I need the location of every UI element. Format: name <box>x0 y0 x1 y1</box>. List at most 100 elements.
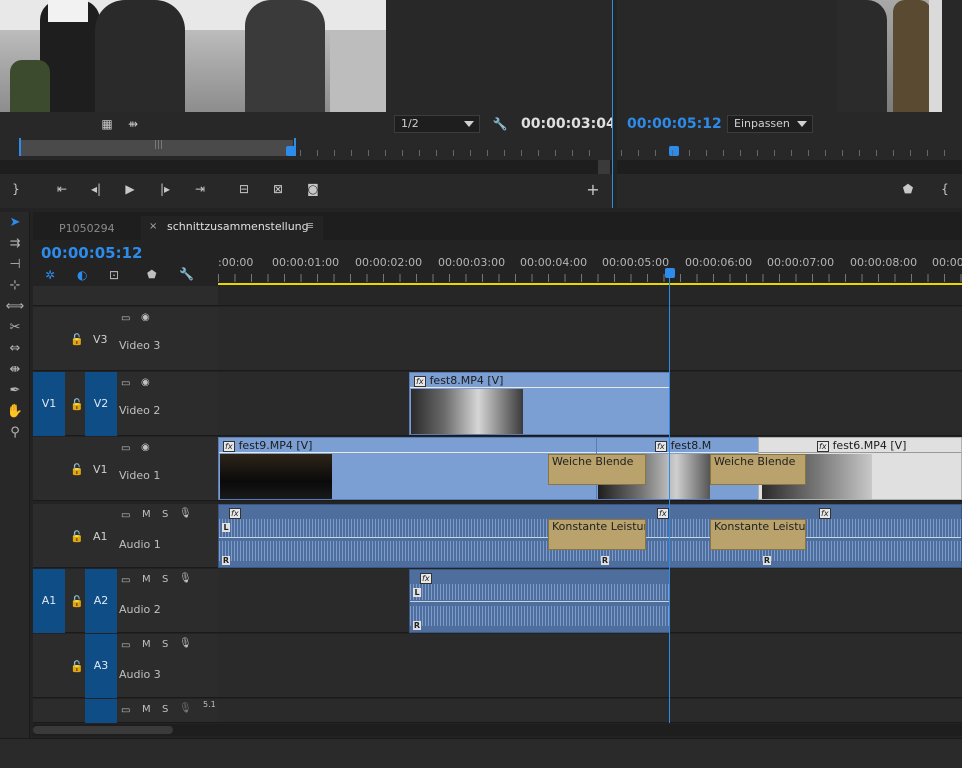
sync-lock-icon[interactable]: ▭ <box>121 313 130 324</box>
eye-icon[interactable]: ◉ <box>141 312 150 323</box>
safe-margins-icon[interactable]: ▦ <box>97 115 117 133</box>
step-back-icon[interactable]: ◂| <box>86 180 106 198</box>
transition-constant-power[interactable]: Konstante Leistung <box>548 519 646 550</box>
lock-icon[interactable]: 🔓 <box>70 398 84 411</box>
hand-tool-icon[interactable]: ✋ <box>3 402 27 422</box>
timeline-horizontal-scrollbar[interactable] <box>33 724 962 736</box>
video-clip[interactable]: fx fest8.MP4 [V] <box>409 372 670 435</box>
go-to-out-icon[interactable]: ⇥ <box>190 180 210 198</box>
mute-button[interactable]: M <box>142 574 151 585</box>
transition-constant-power[interactable]: Konstante Leistung <box>710 519 806 550</box>
zoom-select[interactable]: Einpassen <box>727 115 813 133</box>
pen-tool-icon[interactable]: ✒ <box>3 381 27 401</box>
microphone-icon[interactable]: 🎙 <box>179 703 192 714</box>
insert-icon[interactable]: ⊟ <box>234 180 254 198</box>
program-scrollbar[interactable] <box>617 160 962 174</box>
track-target-a1[interactable]: A1 <box>93 530 108 543</box>
eye-icon[interactable]: ◉ <box>141 377 150 388</box>
source-patch-a1[interactable]: A1 <box>33 569 65 633</box>
track-area-a2[interactable]: fx L R <box>218 569 962 633</box>
marker-icon[interactable]: ⬟ <box>898 180 918 198</box>
lock-icon[interactable]: 🔓 <box>70 530 84 543</box>
transition-cross-dissolve[interactable]: Weiche Blende <box>710 454 806 485</box>
video-clip[interactable]: fx fest9.MP4 [V] <box>218 437 598 500</box>
program-time-ruler[interactable] <box>617 140 962 160</box>
sync-lock-icon[interactable]: ▭ <box>121 705 130 716</box>
microphone-icon[interactable]: 🎙 <box>179 508 192 519</box>
track-target-a2[interactable]: A2 <box>85 569 117 633</box>
tab-p1050294[interactable]: P1050294 <box>47 218 127 240</box>
solo-button[interactable]: S <box>162 704 168 715</box>
work-area-bar[interactable] <box>218 283 962 285</box>
track-area-master[interactable] <box>218 699 962 723</box>
track-area-a3[interactable] <box>218 634 962 698</box>
go-to-in-icon[interactable]: ⇤ <box>52 180 72 198</box>
tab-schnittzusammenstellung[interactable]: × schnittzusammenstellung ≡ <box>141 216 323 240</box>
nest-toggle-icon[interactable]: ✲ <box>45 268 55 282</box>
audio-clip[interactable]: fx L R <box>409 569 670 633</box>
eye-icon[interactable]: ◉ <box>141 442 150 453</box>
lock-icon[interactable]: 🔓 <box>70 660 84 673</box>
track-area-v2[interactable]: fx fest8.MP4 [V] <box>218 372 962 436</box>
sync-lock-icon[interactable]: ▭ <box>121 640 130 651</box>
program-timecode[interactable]: 00:00:05:12 <box>627 116 722 132</box>
solo-button[interactable]: S <box>162 639 168 650</box>
slide-tool-icon[interactable]: ⇼ <box>3 360 27 380</box>
add-marker-icon[interactable]: ⬟ <box>147 268 157 281</box>
camera-icon[interactable]: ◙ <box>303 180 323 198</box>
timeline-timecode[interactable]: 00:00:05:12 <box>41 244 143 262</box>
track-area-a1[interactable]: L R fx fx fx R R Konstante Leistung Kons… <box>218 504 962 568</box>
ripple-edit-tool-icon[interactable]: ⊣ <box>3 255 27 275</box>
track-target-a3[interactable]: A3 <box>85 634 117 698</box>
wrench-icon[interactable]: 🔧 <box>490 115 510 133</box>
microphone-icon[interactable]: 🎙 <box>179 573 192 584</box>
rolling-edit-tool-icon[interactable]: ⊹ <box>3 276 27 296</box>
lock-icon[interactable]: 🔓 <box>70 333 84 346</box>
resolution-select[interactable]: 1/2 <box>394 115 480 133</box>
source-patch-v1[interactable]: V1 <box>33 372 65 436</box>
lock-icon[interactable]: 🔓 <box>70 463 84 476</box>
sync-lock-icon[interactable]: ▭ <box>121 575 130 586</box>
rate-stretch-tool-icon[interactable]: ⟺ <box>3 297 27 317</box>
overwrite-icon[interactable]: ⊠ <box>268 180 288 198</box>
track-target-v2[interactable]: V2 <box>85 372 117 436</box>
close-icon[interactable]: × <box>149 221 157 232</box>
step-forward-icon[interactable]: |▸ <box>155 180 175 198</box>
mark-out-icon[interactable]: } <box>6 180 26 198</box>
timeline-playhead-line[interactable] <box>669 268 670 723</box>
drag-handle-icon[interactable]: ||| <box>154 140 163 150</box>
track-select-tool-icon[interactable]: ⇉ <box>3 234 27 254</box>
mute-button[interactable]: M <box>142 639 151 650</box>
selection-tool-icon[interactable]: ➤ <box>3 213 27 233</box>
solo-button[interactable]: S <box>162 574 168 585</box>
play-icon[interactable]: ▶ <box>120 180 140 198</box>
track-target-v1[interactable]: V1 <box>93 463 108 476</box>
sync-lock-icon[interactable]: ▭ <box>121 378 130 389</box>
snap-icon[interactable]: ◐ <box>77 268 87 282</box>
source-scrollbar[interactable] <box>0 160 613 174</box>
mute-button[interactable]: M <box>142 509 151 520</box>
track-area-v1[interactable]: fx fest9.MP4 [V] fx fest8.M fx fest6.MP4 [V… <box>218 437 962 501</box>
insert-edit-icon[interactable]: ⇻ <box>123 115 143 133</box>
tab-menu-icon[interactable]: ≡ <box>305 219 314 232</box>
source-time-ruler[interactable]: ||| <box>0 138 613 160</box>
razor-tool-icon[interactable]: ✂ <box>3 318 27 338</box>
mute-button[interactable]: M <box>142 704 151 715</box>
sync-lock-icon[interactable]: ▭ <box>121 443 130 454</box>
timeline-playhead[interactable] <box>665 268 675 278</box>
slip-tool-icon[interactable]: ⇔ <box>3 339 27 359</box>
zoom-tool-icon[interactable]: ⚲ <box>3 423 27 443</box>
microphone-icon[interactable]: 🎙 <box>179 638 192 649</box>
solo-button[interactable]: S <box>162 509 168 520</box>
transition-cross-dissolve[interactable]: Weiche Blende <box>548 454 646 485</box>
lock-icon[interactable]: 🔓 <box>70 595 84 608</box>
timeline-settings-wrench-icon[interactable]: 🔧 <box>179 267 194 281</box>
mark-in-icon[interactable]: { <box>935 180 955 198</box>
source-timecode[interactable]: 00:00:03:04 <box>521 116 613 132</box>
source-playhead[interactable] <box>286 146 296 156</box>
add-button-icon[interactable]: + <box>583 181 603 199</box>
linked-selection-icon[interactable]: ⊡ <box>109 268 119 282</box>
track-area-v3[interactable] <box>218 307 962 371</box>
sync-lock-icon[interactable]: ▭ <box>121 510 130 521</box>
track-target-v3[interactable]: V3 <box>93 333 108 346</box>
